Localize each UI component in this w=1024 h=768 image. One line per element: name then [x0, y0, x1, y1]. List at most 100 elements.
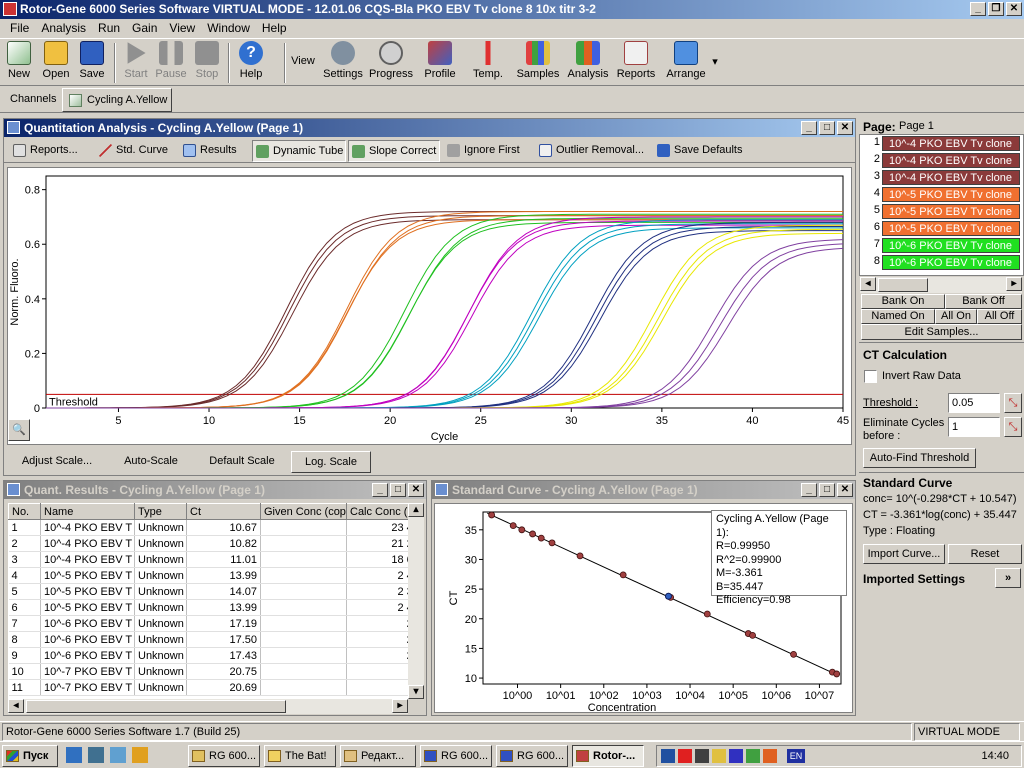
- bank-on-button[interactable]: Bank On: [861, 294, 945, 309]
- tray-icon[interactable]: [763, 749, 777, 763]
- menu-file[interactable]: File: [4, 21, 35, 35]
- tray-icon[interactable]: [661, 749, 675, 763]
- threshold-input[interactable]: 0.05: [948, 393, 1000, 413]
- table-row[interactable]: 610^-5 PKO EBV TUnknown13.99 2 422: [8, 599, 408, 616]
- language-indicator[interactable]: EN: [787, 749, 805, 763]
- sample-item[interactable]: 10^-6 PKO EBV Tv clone: [882, 255, 1020, 270]
- page-value[interactable]: Page 1: [899, 120, 934, 132]
- menu-run[interactable]: Run: [92, 21, 126, 35]
- results-vertical-scrollbar[interactable]: ▴ ▾: [408, 503, 424, 699]
- tray-icon[interactable]: [729, 749, 743, 763]
- arrange-dropdown-icon[interactable]: ▾: [710, 55, 720, 68]
- ignore-first-button[interactable]: Ignore First: [444, 140, 526, 162]
- invert-raw-checkbox[interactable]: [864, 370, 877, 383]
- amplification-chart[interactable]: 5 10 15 20 25 30 35 40 45 0 0.2 0.4 0.6 0.8 Cycle Norm.…: [8, 168, 851, 444]
- reports-button[interactable]: Reports: [614, 41, 658, 80]
- settings-button[interactable]: Settings: [322, 41, 364, 80]
- sample-list-scrollbar[interactable]: ◂ ▸: [860, 277, 1022, 293]
- results-minimize-button[interactable]: _: [372, 483, 388, 497]
- start-menu-button[interactable]: Пуск: [2, 745, 58, 767]
- task-rg600-2[interactable]: RG 600...: [420, 745, 492, 767]
- open-button[interactable]: Open: [40, 41, 72, 80]
- tray-icon[interactable]: [746, 749, 760, 763]
- task-editor[interactable]: Редакт...: [340, 745, 416, 767]
- minimize-button[interactable]: _: [970, 2, 986, 16]
- table-row[interactable]: 1010^-7 PKO EBV TUnknown20.75 23: [8, 663, 408, 680]
- scroll-thumb[interactable]: [26, 700, 286, 713]
- sample-item[interactable]: 10^-5 PKO EBV Tv clone: [882, 204, 1020, 219]
- column-header[interactable]: Ct: [186, 503, 261, 520]
- results-maximize-button[interactable]: □: [390, 483, 406, 497]
- table-row[interactable]: 910^-6 PKO EBV TUnknown17.43 230: [8, 647, 408, 664]
- channel-tab-cycling-yellow[interactable]: Cycling A.Yellow: [62, 88, 172, 112]
- quant-close-button[interactable]: ✕: [837, 121, 853, 135]
- new-button[interactable]: New: [4, 41, 34, 80]
- menu-view[interactable]: View: [163, 21, 201, 35]
- sample-item[interactable]: 10^-4 PKO EBV Tv clone: [882, 136, 1020, 151]
- menu-help[interactable]: Help: [256, 21, 293, 35]
- sample-item[interactable]: 10^-5 PKO EBV Tv clone: [882, 187, 1020, 202]
- quant-maximize-button[interactable]: □: [819, 121, 835, 135]
- task-thebat[interactable]: The Bat!: [264, 745, 336, 767]
- table-row[interactable]: 510^-5 PKO EBV TUnknown14.07 2 300: [8, 583, 408, 600]
- restore-button[interactable]: ❐: [988, 2, 1004, 16]
- threshold-pick-icon[interactable]: ⤡: [1004, 393, 1022, 413]
- reset-button[interactable]: Reset: [948, 544, 1022, 564]
- column-header[interactable]: Type: [134, 503, 187, 520]
- std-maximize-button[interactable]: □: [819, 483, 835, 497]
- samples-button[interactable]: Samples: [516, 41, 560, 80]
- std-curve-plot[interactable]: 10^00 10^01 10^02 10^03 10^04 10^05 10^06 10^07…: [434, 503, 853, 714]
- quant-minimize-button[interactable]: _: [801, 121, 817, 135]
- scroll-up-icon[interactable]: ▴: [408, 503, 424, 517]
- temp-button[interactable]: Temp.: [470, 41, 506, 80]
- sample-item[interactable]: 10^-4 PKO EBV Tv clone: [882, 153, 1020, 168]
- expand-chevron-icon[interactable]: »: [995, 568, 1021, 588]
- arrange-button[interactable]: Arrange: [664, 41, 708, 80]
- std-minimize-button[interactable]: _: [801, 483, 817, 497]
- std-curve-title-bar[interactable]: Standard Curve - Cycling A.Yellow (Page …: [432, 481, 855, 499]
- table-row[interactable]: 410^-5 PKO EBV TUnknown13.99 2 417: [8, 567, 408, 584]
- import-curve-button[interactable]: Import Curve...: [863, 544, 945, 564]
- edit-samples-button[interactable]: Edit Samples...: [861, 324, 1022, 340]
- task-rotor-active[interactable]: Rotor-...: [572, 745, 644, 767]
- slope-correct-button[interactable]: Slope Correct: [348, 140, 440, 162]
- scroll-right-icon[interactable]: ▸: [1006, 277, 1022, 291]
- amplification-plot[interactable]: 5 10 15 20 25 30 35 40 45 0 0.2 0.4 0.6 0.8 Cycle Norm.…: [7, 167, 852, 445]
- table-row[interactable]: 810^-6 PKO EBV TUnknown17.50 218: [8, 631, 408, 648]
- progress-button[interactable]: Progress: [368, 41, 414, 80]
- table-row[interactable]: 210^-4 PKO EBV TUnknown10.82 21 276: [8, 535, 408, 552]
- menu-gain[interactable]: Gain: [126, 21, 163, 35]
- scroll-down-icon[interactable]: ▾: [408, 685, 424, 699]
- quant-results-title-bar[interactable]: Quant. Results - Cycling A.Yellow (Page …: [4, 481, 426, 499]
- column-header[interactable]: Given Conc (cop: [260, 503, 347, 520]
- sample-item[interactable]: 10^-4 PKO EBV Tv clone: [882, 170, 1020, 185]
- results-horizontal-scrollbar[interactable]: ◂ ▸: [8, 699, 408, 714]
- save-defaults-button[interactable]: Save Defaults: [654, 140, 750, 162]
- close-button[interactable]: ✕: [1006, 2, 1022, 16]
- table-row[interactable]: 110^-4 PKO EBV TUnknown10.67 23 482: [8, 519, 408, 536]
- named-on-button[interactable]: Named On: [861, 309, 935, 324]
- help-button[interactable]: ? Help: [236, 41, 266, 80]
- auto-scale-button[interactable]: Auto-Scale: [111, 451, 191, 473]
- table-row[interactable]: 710^-6 PKO EBV TUnknown17.19 270: [8, 615, 408, 632]
- all-on-button[interactable]: All On: [935, 309, 977, 324]
- scroll-left-icon[interactable]: ◂: [860, 277, 876, 291]
- save-button[interactable]: Save: [76, 41, 108, 80]
- log-scale-button[interactable]: Log. Scale: [291, 451, 371, 473]
- analysis-button[interactable]: Analysis: [566, 41, 610, 80]
- results-close-button[interactable]: ✕: [408, 483, 424, 497]
- outlier-removal-button[interactable]: Outlier Removal...: [536, 140, 650, 162]
- menu-analysis[interactable]: Analysis: [35, 21, 92, 35]
- quick-launch-icon[interactable]: [88, 747, 104, 763]
- task-rg600-1[interactable]: RG 600...: [188, 745, 260, 767]
- scroll-left-icon[interactable]: ◂: [8, 699, 24, 713]
- eliminate-cycles-input[interactable]: 1: [948, 417, 1000, 437]
- auto-find-threshold-button[interactable]: Auto-Find Threshold: [863, 448, 976, 468]
- column-header[interactable]: Calc Conc (c: [346, 503, 408, 520]
- results-button[interactable]: Results: [180, 140, 248, 162]
- pause-button[interactable]: Pause: [154, 41, 188, 80]
- window-title-bar[interactable]: Rotor-Gene 6000 Series Software VIRTUAL …: [0, 0, 1024, 19]
- std-curve-button[interactable]: Std. Curve: [96, 140, 180, 162]
- scroll-thumb[interactable]: [878, 278, 928, 292]
- profile-button[interactable]: Profile: [420, 41, 460, 80]
